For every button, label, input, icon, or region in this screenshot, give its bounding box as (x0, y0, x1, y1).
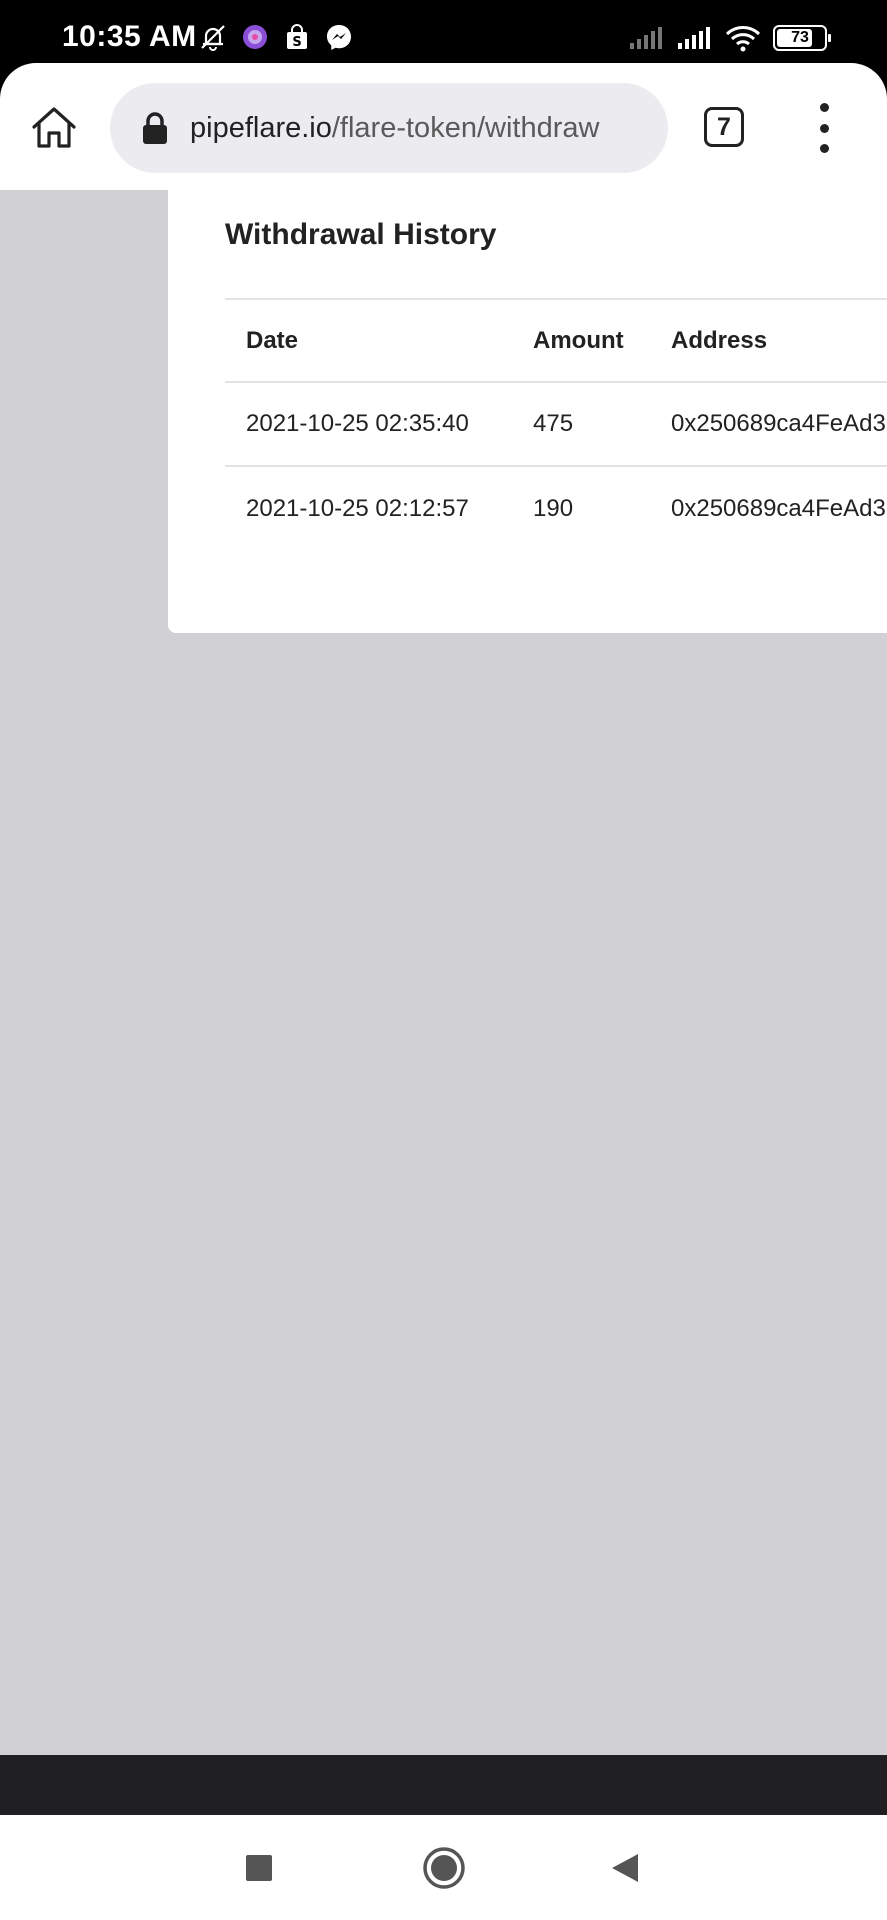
status-notification-icons: S (198, 22, 354, 52)
browser-toolbar: pipeflare.io/flare-token/withdraw 7 (0, 63, 887, 190)
withdrawal-table-container[interactable]: Date Amount Address 2021-10-25 02:35:40 … (225, 298, 887, 548)
status-time: 10:35 AM (62, 20, 197, 53)
messenger-icon (324, 22, 354, 52)
lock-icon (140, 111, 170, 145)
wifi-icon (725, 26, 761, 52)
app-notification-icon (240, 22, 270, 52)
bottom-dark-strip (0, 1755, 887, 1815)
cell-date: 2021-10-25 02:12:57 (246, 494, 469, 522)
address-bar[interactable]: pipeflare.io/flare-token/withdraw (110, 83, 668, 173)
menu-dot-icon (819, 103, 829, 112)
status-system-icons: 73 (629, 24, 831, 52)
shopping-bag-icon: S (282, 22, 312, 52)
signal-icon (678, 27, 710, 49)
circle-icon (423, 1847, 465, 1889)
cell-address: 0x250689ca4FeAd3 (671, 494, 886, 522)
page-title: Withdrawal History (225, 218, 497, 251)
svg-text:S: S (292, 35, 301, 50)
tab-count: 7 (717, 112, 731, 141)
cell-amount: 190 (533, 494, 574, 522)
tab-switcher-button[interactable]: 7 (704, 107, 744, 147)
cell-amount: 475 (512, 382, 650, 467)
cell-address: 0x250689ca4FeAd3 (650, 382, 887, 467)
column-header-address: Address (650, 299, 887, 383)
table-header-row: Date Amount Address (225, 299, 887, 383)
column-header-date: Date (225, 299, 512, 383)
home-nav-button[interactable] (419, 1843, 469, 1893)
cell-date: 2021-10-25 02:35:40 (225, 382, 512, 467)
more-options-button[interactable] (812, 103, 836, 153)
home-button[interactable] (26, 101, 82, 153)
battery-icon: 73 (773, 25, 831, 51)
table-row: 2021-10-25 02:12:57 190 0x250689ca4FeAd3 (225, 466, 887, 548)
withdrawal-history-card: Withdrawal History Date Amount Address 2… (168, 190, 887, 633)
home-icon (32, 107, 76, 148)
signal-icon (630, 27, 662, 49)
system-navigation-bar (0, 1815, 887, 1920)
table-row: 2021-10-25 02:35:40 475 0x250689ca4FeAd3 (225, 382, 887, 467)
url-text[interactable]: pipeflare.io/flare-token/withdraw (190, 112, 650, 145)
square-icon (246, 1855, 272, 1881)
url-path: /flare-token/withdraw (331, 111, 600, 144)
status-bar: 10:35 AM S 73 (0, 0, 887, 72)
notifications-off-icon (198, 22, 228, 52)
withdrawal-table: Date Amount Address 2021-10-25 02:35:40 … (225, 298, 887, 548)
menu-dot-icon (819, 144, 829, 153)
back-button[interactable] (600, 1843, 650, 1893)
menu-dot-icon (819, 123, 829, 133)
back-triangle-icon (612, 1854, 638, 1882)
recents-button[interactable] (234, 1843, 284, 1893)
page-content: Withdrawal History Date Amount Address 2… (0, 190, 887, 1755)
column-header-amount: Amount (512, 299, 650, 383)
url-host: pipeflare.io (190, 111, 332, 144)
battery-level: 73 (791, 29, 809, 46)
